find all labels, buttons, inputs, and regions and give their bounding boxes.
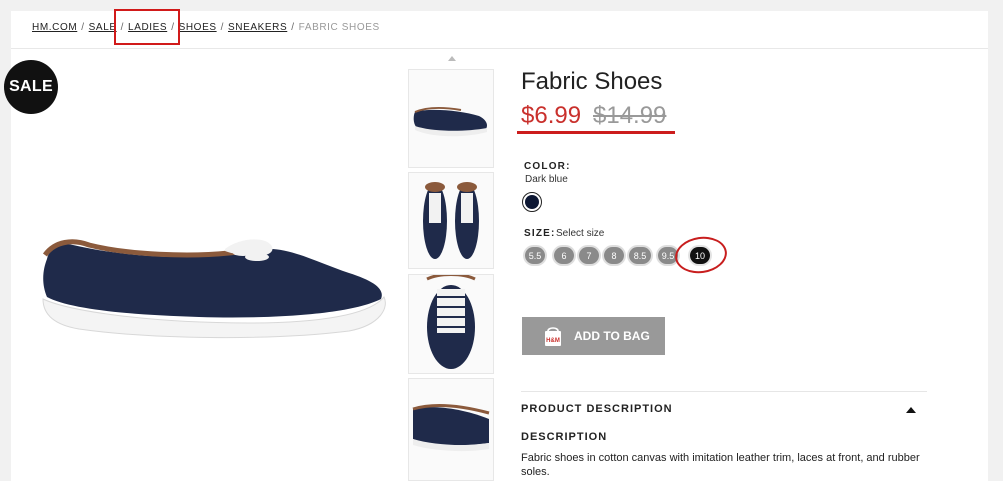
add-to-bag-label: ADD TO BAG <box>574 329 650 343</box>
breadcrumb-shoes[interactable]: SHOES <box>179 22 217 33</box>
product-description-header[interactable]: PRODUCT DESCRIPTION <box>521 403 673 415</box>
thumbnail-2[interactable] <box>408 172 494 269</box>
size-prompt: Select size <box>556 228 605 239</box>
breadcrumb-sneakers[interactable]: SNEAKERS <box>228 22 287 33</box>
bag-logo-text: H&M <box>546 338 560 344</box>
annotation-highlight-ladies <box>114 9 180 45</box>
size-label: SIZE: <box>524 228 556 239</box>
product-page: HM.COM / SALE / LADIES / SHOES / SNEAKERS / FABRIC… <box>4 9 988 481</box>
breadcrumb-current: FABRIC SHOES <box>298 22 380 33</box>
size-option-7[interactable]: 7 <box>579 247 599 264</box>
breadcrumb-home[interactable]: HM.COM <box>32 22 77 33</box>
annotation-price-underline <box>517 131 675 134</box>
breadcrumb-separator: / <box>291 22 295 33</box>
description-text: Fabric shoes in cotton canvas with imita… <box>521 452 920 478</box>
thumbnail-3[interactable] <box>408 274 494 374</box>
size-option-8-5[interactable]: 8.5 <box>629 247 651 264</box>
caret-up-icon[interactable] <box>906 407 916 413</box>
product-title: Fabric Shoes <box>521 68 663 95</box>
chevron-up-icon[interactable] <box>448 56 456 61</box>
breadcrumb-separator: / <box>220 22 224 33</box>
breadcrumb-separator: / <box>81 22 85 33</box>
annotation-circle-size-10 <box>672 233 730 277</box>
size-option-8[interactable]: 8 <box>604 247 624 264</box>
add-to-bag-button[interactable]: H&M ADD TO BAG <box>522 317 665 355</box>
color-swatch-dark-blue[interactable] <box>522 192 542 212</box>
color-label: COLOR: <box>524 161 571 172</box>
thumbnail-1[interactable] <box>408 69 494 168</box>
thumbnail-4[interactable] <box>408 378 494 481</box>
sale-badge: SALE <box>4 60 58 114</box>
breadcrumb: HM.COM / SALE / LADIES / SHOES / SNEAKERS / FABRIC… <box>32 22 380 33</box>
breadcrumb-sale[interactable]: SALE <box>89 22 117 33</box>
header-divider <box>11 48 988 49</box>
sale-price: $6.99 <box>521 102 582 129</box>
description-divider <box>521 391 927 392</box>
original-price: $14.99 <box>593 102 667 129</box>
size-option-5-5[interactable]: 5.5 <box>525 247 545 264</box>
description-subheader: DESCRIPTION <box>521 431 608 443</box>
product-main-image[interactable] <box>29 211 389 351</box>
shopping-bag-icon: H&M <box>545 327 561 346</box>
size-option-6[interactable]: 6 <box>554 247 574 264</box>
color-value: Dark blue <box>525 174 568 185</box>
